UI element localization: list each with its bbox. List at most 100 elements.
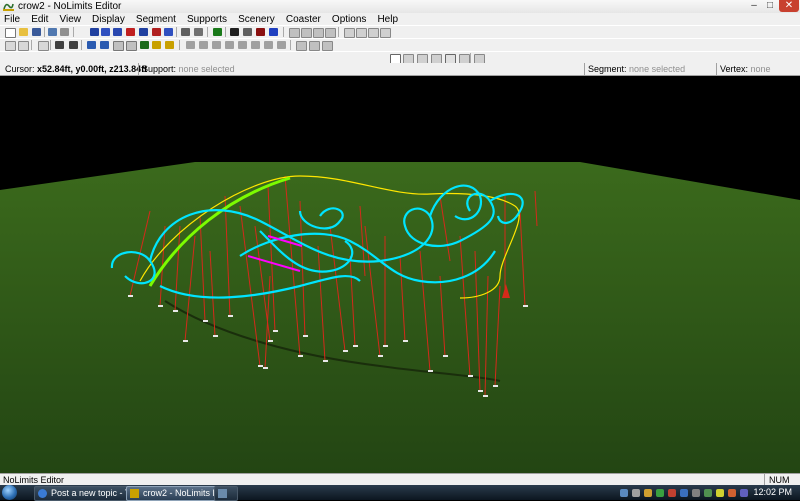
support-beam-icon[interactable] bbox=[87, 41, 96, 49]
toolbar-separator bbox=[470, 53, 471, 63]
pan-tool-icon[interactable] bbox=[18, 41, 29, 51]
view-top-icon[interactable] bbox=[301, 28, 312, 38]
view-side-icon[interactable] bbox=[325, 28, 336, 38]
tool-icon[interactable] bbox=[69, 41, 78, 49]
record-icon[interactable] bbox=[256, 28, 265, 36]
battery-icon[interactable] bbox=[704, 489, 712, 497]
triangle-icon[interactable] bbox=[269, 28, 278, 36]
undo-icon[interactable] bbox=[48, 28, 57, 36]
terrain-icon[interactable] bbox=[213, 28, 222, 36]
view-window-icon[interactable] bbox=[289, 28, 300, 38]
distribute-icon[interactable] bbox=[225, 41, 234, 49]
cursor-label: Cursor: bbox=[5, 64, 35, 74]
save-disk-icon[interactable] bbox=[32, 28, 41, 36]
display-icon[interactable] bbox=[740, 489, 748, 497]
roll-track-icon[interactable] bbox=[126, 28, 135, 36]
toolbar-separator bbox=[31, 40, 32, 50]
segment-label: Segment: bbox=[588, 64, 627, 74]
straight-track-icon[interactable] bbox=[139, 28, 148, 36]
segment-value: none selected bbox=[629, 64, 686, 74]
toolbar-separator bbox=[44, 27, 45, 37]
task-nolimits[interactable]: crow2 - NoLimits Ed... bbox=[126, 486, 228, 501]
cursor-field: Cursor: x52.84ft, y0.00ft, z213.84ft bbox=[2, 63, 147, 75]
close-button[interactable]: ✕ bbox=[779, 0, 799, 12]
viewport-scene bbox=[0, 162, 800, 473]
valley-curve-icon[interactable] bbox=[101, 28, 110, 36]
traffic-light-icon[interactable] bbox=[230, 28, 239, 36]
view-front-icon[interactable] bbox=[313, 28, 324, 38]
grid-small-icon[interactable] bbox=[356, 28, 367, 38]
snap-icon[interactable] bbox=[238, 41, 247, 49]
task-browser[interactable]: Post a new topic - T... bbox=[34, 486, 140, 501]
free-node-icon[interactable] bbox=[140, 41, 149, 49]
lift-icon[interactable] bbox=[164, 28, 173, 36]
support-value: none selected bbox=[178, 64, 235, 74]
toolbar-separator bbox=[50, 40, 51, 50]
network-icon[interactable] bbox=[620, 489, 628, 497]
mirror-icon[interactable] bbox=[251, 41, 260, 49]
task-other[interactable] bbox=[214, 486, 238, 501]
toolbar-main bbox=[0, 25, 800, 39]
window-title: crow2 - NoLimits Editor bbox=[18, 1, 122, 12]
coaster-app-icon bbox=[3, 3, 14, 11]
toolbar-separator bbox=[338, 27, 339, 37]
tunnel-icon[interactable] bbox=[165, 41, 174, 49]
vertex-label: Vertex: bbox=[720, 64, 749, 74]
layer-remove-icon[interactable] bbox=[322, 41, 333, 51]
support-post-icon[interactable] bbox=[100, 41, 109, 49]
scenery-object-icon[interactable] bbox=[152, 41, 161, 49]
grid-lines-icon[interactable] bbox=[380, 28, 391, 38]
layer-add-icon[interactable] bbox=[309, 41, 320, 51]
start-button[interactable] bbox=[2, 485, 17, 500]
title-bar: crow2 - NoLimits Editor – □ ✕ bbox=[0, 0, 800, 14]
ground-plane bbox=[0, 162, 800, 473]
align-center-icon[interactable] bbox=[199, 41, 208, 49]
pencil-icon[interactable] bbox=[38, 41, 49, 51]
grid-dots-icon[interactable] bbox=[368, 28, 379, 38]
wrench-icon[interactable] bbox=[55, 41, 64, 49]
maximize-button[interactable]: □ bbox=[762, 0, 778, 12]
security-icon[interactable] bbox=[644, 489, 652, 497]
toolbar-separator bbox=[207, 27, 208, 37]
3d-viewport[interactable] bbox=[0, 76, 800, 473]
rotate-icon[interactable] bbox=[264, 41, 273, 49]
messenger-icon[interactable] bbox=[680, 489, 688, 497]
footer-icon[interactable] bbox=[113, 41, 124, 51]
task-browser-label: Post a new topic - T... bbox=[51, 488, 137, 498]
power-icon[interactable] bbox=[716, 489, 724, 497]
toolbar-separator bbox=[176, 27, 177, 37]
update-icon[interactable] bbox=[656, 489, 664, 497]
scale-icon[interactable] bbox=[277, 41, 286, 49]
track-segment-icon[interactable] bbox=[90, 28, 99, 36]
cursor-value: x52.84ft, y0.00ft, z213.84ft bbox=[37, 64, 148, 74]
delete-segment-icon[interactable] bbox=[152, 28, 161, 36]
menu-bar: File Edit View Display Segment Supports … bbox=[0, 13, 800, 25]
browser-icon bbox=[38, 489, 47, 498]
new-file-icon[interactable] bbox=[5, 28, 16, 38]
toolbar-separator bbox=[283, 27, 284, 37]
sphere-icon[interactable] bbox=[243, 28, 252, 36]
flat-icon[interactable] bbox=[194, 28, 203, 36]
hill-curve-icon[interactable] bbox=[113, 28, 122, 36]
grid-icon[interactable] bbox=[344, 28, 355, 38]
volume-icon[interactable] bbox=[632, 489, 640, 497]
antivirus-icon[interactable] bbox=[668, 489, 676, 497]
minimize-button[interactable]: – bbox=[746, 0, 762, 12]
align-left-icon[interactable] bbox=[186, 41, 195, 49]
layer-icon[interactable] bbox=[296, 41, 307, 51]
move-vertex-icon[interactable] bbox=[181, 28, 190, 36]
open-folder-icon[interactable] bbox=[19, 28, 28, 36]
align-right-icon[interactable] bbox=[212, 41, 221, 49]
toolbar-separator bbox=[179, 40, 180, 50]
redo-icon[interactable] bbox=[60, 28, 69, 36]
info-bar: Cursor: x52.84ft, y0.00ft, z213.84ft Sup… bbox=[0, 63, 800, 86]
cylinder-icon[interactable] bbox=[126, 41, 137, 51]
usb-icon[interactable] bbox=[692, 489, 700, 497]
taskbar: Post a new topic - T... crow2 - NoLimits… bbox=[0, 485, 800, 501]
clock[interactable]: 12:02 PM bbox=[753, 485, 792, 500]
segment-field: Segment: none selected bbox=[584, 63, 685, 75]
select-tool-icon[interactable] bbox=[5, 41, 16, 51]
vertex-field: Vertex: none selected bbox=[716, 63, 800, 86]
alert-icon[interactable] bbox=[728, 489, 736, 497]
system-tray: 12:02 PM bbox=[612, 485, 800, 500]
